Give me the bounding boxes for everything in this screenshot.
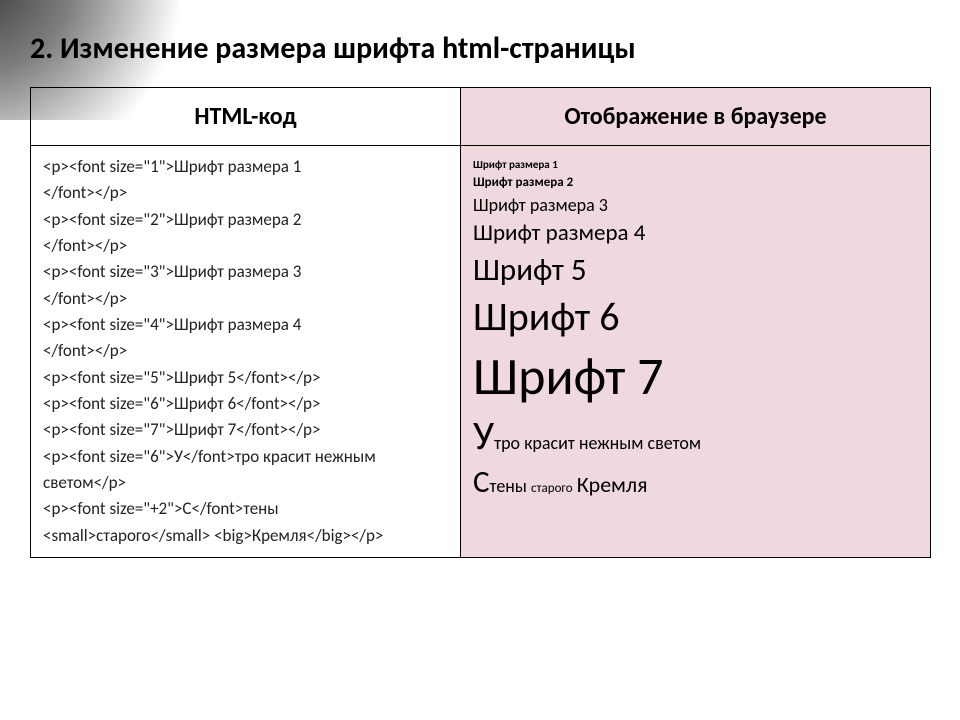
code-cell: <p><font size="1">Шрифт размера 1 </font…	[31, 146, 461, 558]
code-line: <p><font size="2">Шрифт размера 2	[43, 207, 448, 233]
render-size-3: Шрифт размера 3	[473, 195, 918, 217]
mix-small: старого	[531, 481, 573, 496]
code-line: <p><font size="3">Шрифт размера 3	[43, 259, 448, 285]
mix-part-a: тены	[490, 475, 531, 497]
render-size-1: Шрифт размера 1	[473, 158, 918, 171]
dropcap-s: С	[473, 463, 490, 501]
render-size-6: Шрифт 6	[473, 293, 918, 341]
header-code: HTML-код	[31, 88, 461, 146]
comparison-table: HTML-код Отображение в браузере <p><font…	[30, 87, 931, 558]
code-line: </font></p>	[43, 233, 448, 259]
code-line: <p><font size="6">У</font>тро красит неж…	[43, 444, 448, 497]
code-line: </font></p>	[43, 338, 448, 364]
browser-cell: Шрифт размера 1 Шрифт размера 2 Шрифт ра…	[461, 146, 931, 558]
code-line: </font></p>	[43, 286, 448, 312]
render-dropcap-line: Утро красит нежным светом	[473, 412, 918, 460]
render-size-7: Шрифт 7	[473, 345, 918, 407]
slide-title: 2. Изменение размера шрифта html-страниц…	[30, 30, 930, 67]
code-line: <p><font size="7">Шрифт 7</font></p>	[43, 417, 448, 443]
render-size-5: Шрифт 5	[473, 252, 918, 289]
render-size-4: Шрифт размера 4	[473, 220, 918, 248]
code-line: <p><font size="1">Шрифт размера 1	[43, 154, 448, 180]
dropcap-rest: тро красит нежным светом	[494, 432, 701, 454]
render-size-2: Шрифт размера 2	[473, 175, 918, 191]
code-line: </font></p>	[43, 180, 448, 206]
header-browser: Отображение в браузере	[461, 88, 931, 146]
code-line: <p><font size="6">Шрифт 6</font></p>	[43, 391, 448, 417]
code-line: <p><font size="5">Шрифт 5</font></p>	[43, 365, 448, 391]
dropcap-u: У	[473, 411, 494, 460]
code-line: <p><font size="+2">С</font>тены <small>с…	[43, 496, 448, 549]
render-mixed-line: Стены старого Кремля	[473, 464, 918, 501]
slide-content: 2. Изменение размера шрифта html-страниц…	[0, 0, 960, 558]
code-line: <p><font size="4">Шрифт размера 4	[43, 312, 448, 338]
mix-big: Кремля	[577, 471, 648, 498]
